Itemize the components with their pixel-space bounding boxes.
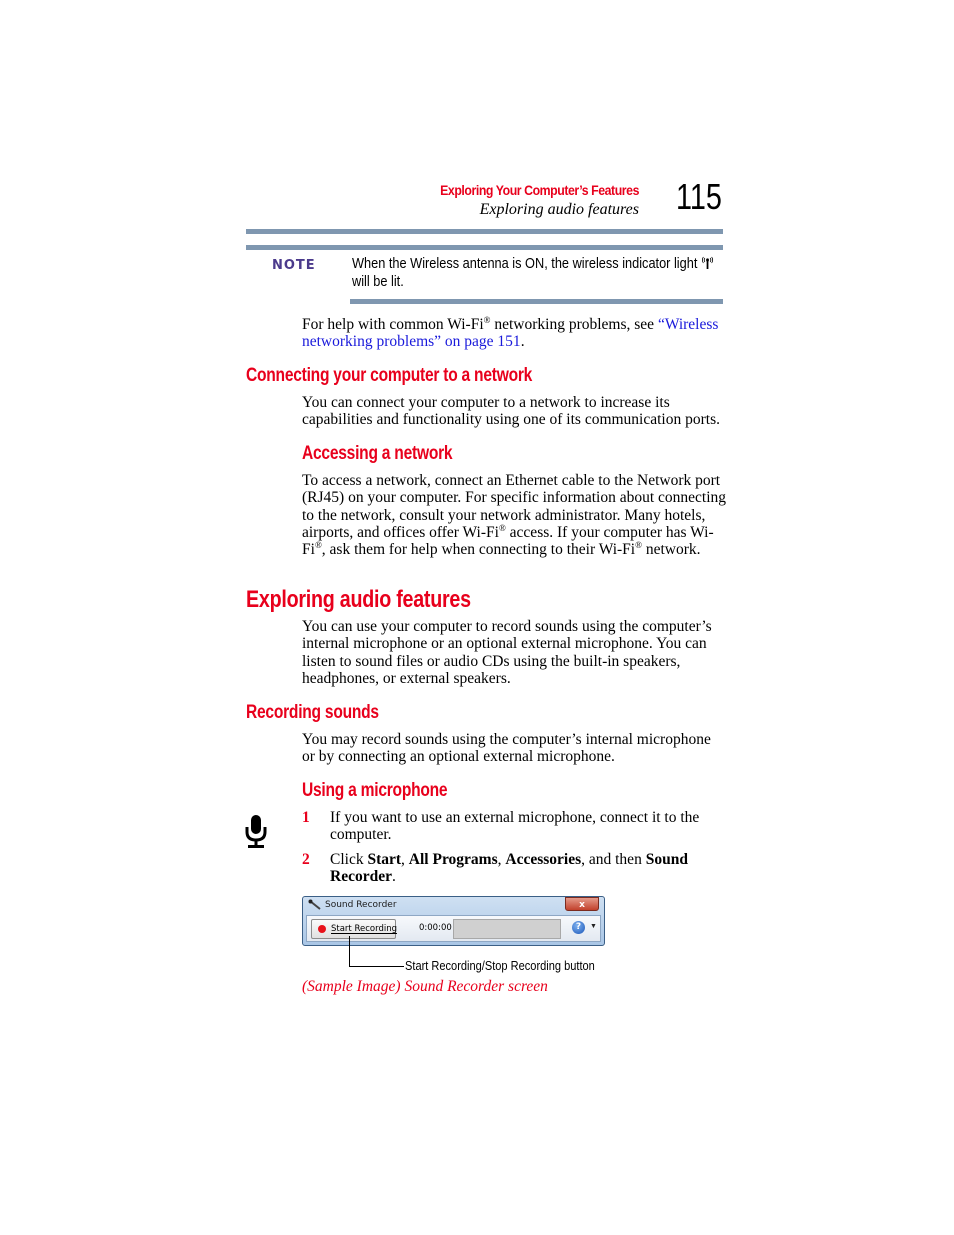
accessing-paragraph: To access a network, connect an Ethernet… [302, 472, 727, 558]
wireless-antenna-icon [701, 256, 713, 269]
step-2: 2 Click Start, All Programs, Accessories… [302, 851, 727, 886]
figure-caption: (Sample Image) Sound Recorder screen [302, 978, 548, 995]
registered-mark: ® [498, 522, 506, 533]
callout-leader-vertical [349, 936, 350, 967]
window-title: Sound Recorder [325, 900, 397, 910]
note-text-start: When the Wireless antenna is ON, the wir… [352, 256, 698, 272]
step-number: 1 [302, 809, 310, 826]
note-label: NOTE [272, 258, 316, 273]
note-text: When the Wireless antenna is ON, the wir… [352, 255, 723, 291]
sound-recorder-window: Sound Recorder x Start Recording 0:00:00… [302, 896, 605, 946]
heading-audio: Exploring audio features [246, 586, 471, 613]
running-header-section: Exploring audio features [479, 201, 639, 218]
step-number: 2 [302, 851, 310, 868]
accessing-text: network. [641, 541, 701, 559]
heading-accessing: Accessing a network [302, 443, 453, 464]
step-text-bold: Accessories [505, 851, 582, 868]
step-text-part: Click [330, 851, 368, 868]
accessing-text: , ask them for help when connecting to t… [321, 541, 636, 559]
note-bottom-rule [350, 299, 723, 304]
callout-leader-horizontal [349, 966, 404, 967]
recorder-toolbar: Start Recording 0:00:00 ? ▼ [306, 915, 601, 942]
wifi-help-text: . [520, 333, 525, 351]
sound-recorder-app-icon [308, 899, 321, 910]
level-meter [453, 919, 561, 939]
step-text-bold: All Programs [408, 851, 498, 868]
header-rule [246, 229, 723, 234]
heading-connecting: Connecting your computer to a network [246, 365, 533, 386]
step-text: If you want to use an external microphon… [330, 809, 700, 844]
start-recording-button[interactable]: Start Recording [311, 919, 397, 939]
running-header-chapter: Exploring Your Computer’s Features [440, 182, 639, 198]
note-text-end: will be lit. [352, 274, 404, 290]
step-text: Click Start, All Programs, Accessories, … [330, 851, 727, 886]
start-recording-label: Start Recording [331, 924, 397, 934]
note-top-rule [246, 245, 723, 250]
callout-label: Start Recording/Stop Recording button [405, 958, 595, 973]
step-text-part: , [401, 851, 409, 868]
recording-paragraph: You may record sounds using the computer… [302, 731, 711, 766]
wifi-help-paragraph: For help with common Wi-Fi® networking p… [302, 315, 727, 351]
step-1: 1 If you want to use an external microph… [302, 809, 727, 844]
audio-paragraph: You can use your computer to record soun… [302, 618, 712, 687]
dropdown-arrow-icon[interactable]: ▼ [590, 922, 597, 930]
microphone-icon [245, 815, 267, 848]
help-icon[interactable]: ? [572, 921, 585, 934]
wifi-help-text: networking problems, see [490, 316, 658, 333]
elapsed-time: 0:00:00 [419, 923, 452, 933]
page-number: 115 [676, 176, 722, 217]
record-dot-icon [318, 925, 326, 933]
step-text-bold: Start [367, 851, 402, 868]
close-button[interactable]: x [565, 897, 599, 911]
registered-mark: ® [314, 540, 322, 551]
connecting-paragraph: You can connect your computer to a netwo… [302, 394, 720, 429]
step-text-part: . [391, 868, 396, 886]
registered-mark: ® [635, 540, 642, 551]
step-text-part: , and then [581, 851, 646, 868]
heading-recording: Recording sounds [246, 702, 379, 723]
wifi-help-text: For help with common Wi-Fi [302, 316, 484, 333]
heading-microphone: Using a microphone [302, 780, 448, 801]
